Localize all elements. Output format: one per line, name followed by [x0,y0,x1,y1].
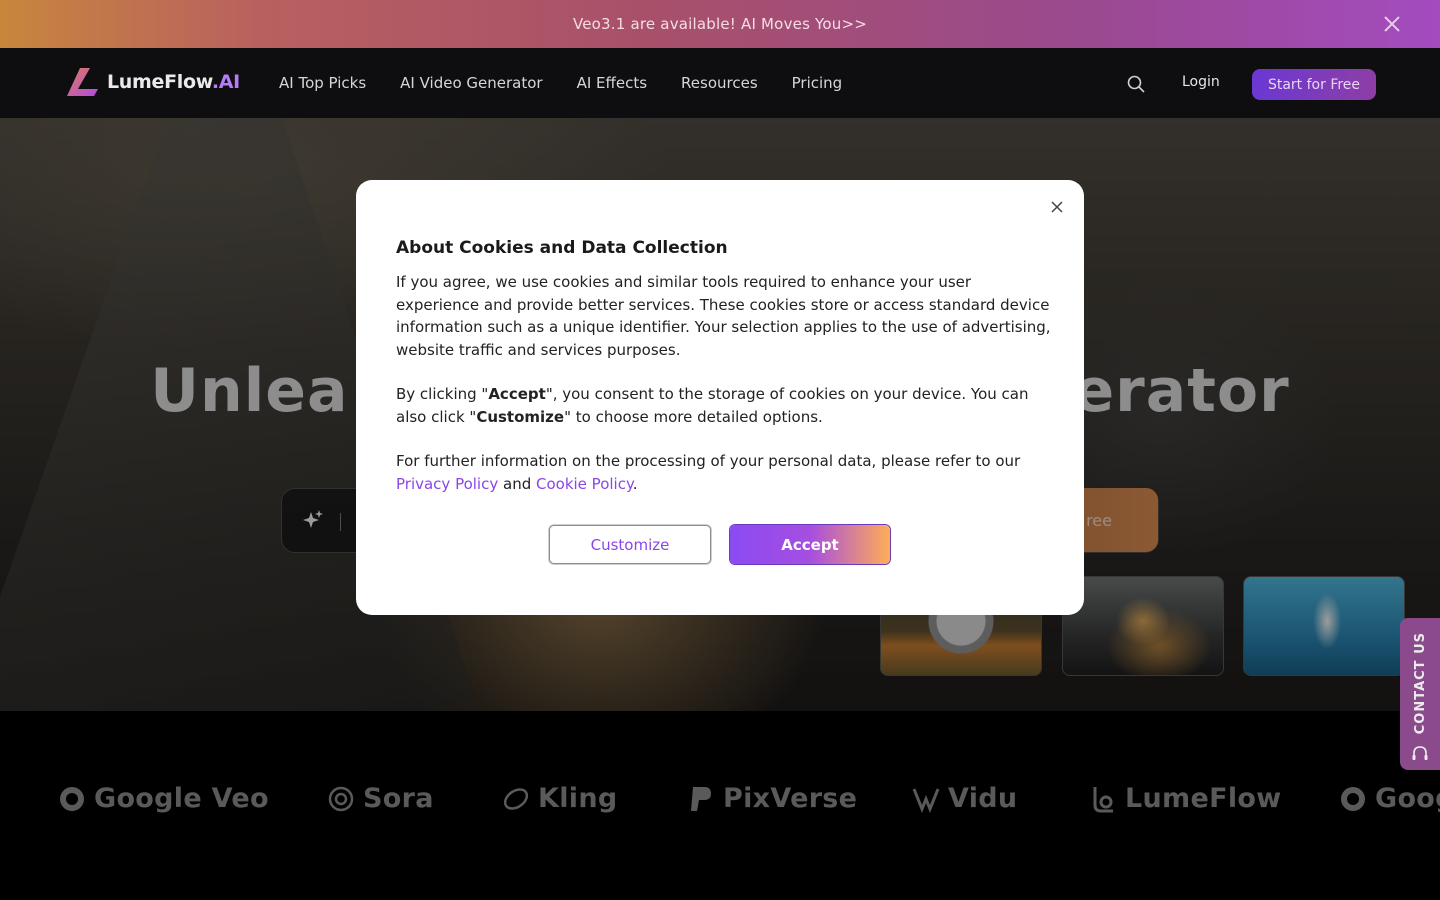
cookie-policy-link[interactable]: Cookie Policy [536,475,633,493]
lumeflow-icon [1093,786,1113,812]
brand-kling: Kling [502,783,617,814]
kling-icon [503,787,529,810]
customize-button[interactable]: Customize [549,525,711,564]
search-icon[interactable] [1126,74,1146,94]
top-nav: LumeFlow.AI AI Top Picks AI Video Genera… [0,48,1440,118]
paragraph-consent: By clicking "Accept", you consent to the… [396,385,1029,426]
nav-pricing[interactable]: Pricing [792,74,843,92]
start-for-free-button[interactable]: Start for Free [1252,69,1376,100]
dialog-title: About Cookies and Data Collection [396,238,728,258]
nav-resources[interactable]: Resources [681,74,758,92]
vidu-icon [912,787,940,813]
privacy-policy-link[interactable]: Privacy Policy [396,475,498,493]
headset-icon [1412,746,1428,761]
login-link[interactable]: Login [1182,74,1220,90]
brand-lumeflow: LumeFlow [1089,783,1281,814]
dialog-body: If you agree, we use cookies and similar… [396,271,1051,517]
google-veo-icon [1341,786,1365,811]
brands-strip: Google Veo Sora Kling PixVerse Vidu Lume… [0,711,1440,900]
promo-text[interactable]: Veo3.1 are available! AI Moves You>> [573,15,867,33]
google-veo-icon [60,786,84,811]
logo[interactable]: LumeFlow.AI [66,67,240,97]
accept-button[interactable]: Accept [730,525,890,564]
nav-ai-effects[interactable]: AI Effects [577,74,647,92]
paragraph-policy: For further information on the processin… [396,452,1021,493]
paragraph-cookies: If you agree, we use cookies and similar… [396,273,1051,359]
promo-banner[interactable]: Veo3.1 are available! AI Moves You>> [0,0,1440,48]
cookie-consent-dialog: About Cookies and Data Collection If you… [356,180,1084,615]
nav-ai-video-generator[interactable]: AI Video Generator [400,74,542,92]
nav-ai-top-picks[interactable]: AI Top Picks [279,74,366,92]
brand-google-veo: Google Veo [58,783,269,814]
brand-google-veo-repeat: Goog [1339,783,1440,814]
nav-links: AI Top Picks AI Video Generator AI Effec… [279,48,876,118]
close-icon[interactable] [1048,198,1066,216]
contact-us-label: CONTACT US [1412,632,1428,735]
pixverse-icon [691,786,711,811]
sora-icon [328,786,354,811]
logo-text: LumeFlow.AI [107,71,240,93]
brand-sora: Sora [327,783,434,814]
brand-pixverse: PixVerse [687,783,857,814]
brand-vidu: Vidu [912,783,1017,814]
contact-us-tab[interactable]: CONTACT US [1400,618,1440,770]
close-icon[interactable] [1382,14,1402,34]
logo-icon [67,68,98,96]
